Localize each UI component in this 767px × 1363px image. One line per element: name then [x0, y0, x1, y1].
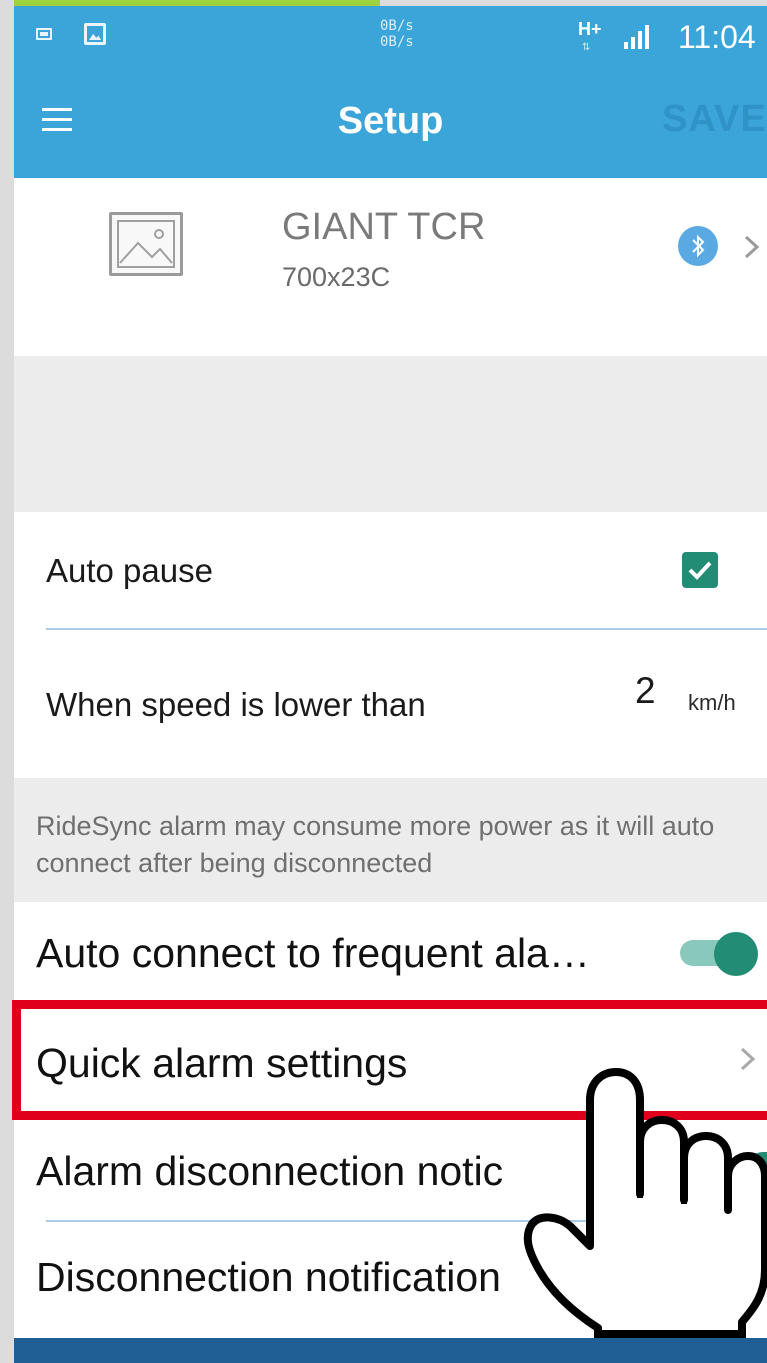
bluetooth-icon [678, 226, 718, 266]
check-icon [688, 561, 712, 580]
chevron-right-icon [744, 235, 760, 259]
speed-threshold-input[interactable]: 2 [635, 670, 656, 712]
auto-connect-label: Auto connect to frequent ala… [36, 930, 590, 976]
network-speed-up: 0B/s [380, 18, 414, 34]
left-edge-strip [0, 0, 14, 1363]
auto-pause-label: Auto pause [46, 552, 213, 589]
network-speed-down: 0B/s [380, 34, 414, 50]
auto-pause-checkbox[interactable] [682, 552, 718, 588]
bottom-bar [14, 1338, 767, 1363]
auto-connect-toggle-thumb[interactable] [714, 932, 758, 976]
status-bar: 0B/s 0B/s H+ ⇅ 11:04 [14, 6, 767, 68]
image-placeholder-icon [109, 212, 183, 276]
mail-notification-icon [36, 28, 52, 40]
save-button[interactable]: SAVE [662, 98, 767, 141]
bike-profile-row[interactable]: GIANT TCR 700x23C [14, 178, 767, 356]
signal-strength-icon [624, 25, 649, 49]
app-bar: Setup SAVE [14, 68, 767, 178]
speed-unit: km/h [688, 690, 736, 715]
bike-name: GIANT TCR [282, 206, 486, 248]
section-spacer [14, 356, 767, 512]
data-activity-icon: ⇅ [582, 42, 591, 53]
divider [46, 628, 767, 630]
image-notification-icon [84, 23, 106, 45]
info-note-text: RideSync alarm may consume more power as… [36, 811, 715, 878]
disconnection-notification-label: Disconnection notification [36, 1254, 501, 1300]
info-note: RideSync alarm may consume more power as… [14, 778, 767, 902]
clock: 11:04 [678, 19, 756, 55]
speed-threshold-label: When speed is lower than [46, 686, 426, 723]
image-placeholder-glyph [117, 220, 175, 268]
alarm-disconnection-label: Alarm disconnection notic [36, 1148, 504, 1194]
network-type: H+ [578, 19, 602, 39]
network-speed: 0B/s 0B/s [380, 18, 414, 50]
page-title: Setup [337, 100, 444, 142]
hand-pointer-icon [523, 1068, 767, 1363]
bike-tire-size: 700x23C [282, 262, 391, 292]
